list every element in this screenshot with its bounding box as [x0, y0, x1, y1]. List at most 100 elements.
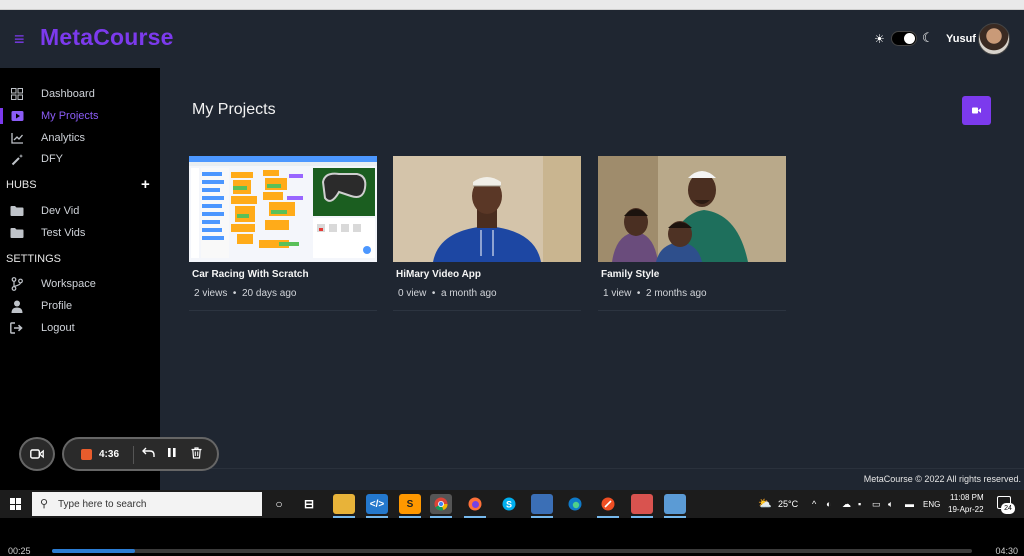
main-content: My Projects Car Racing With Scratch 2 vi…	[160, 68, 1024, 468]
volume-icon[interactable]: 🔈︎	[888, 499, 893, 510]
wand-icon	[10, 152, 24, 166]
sidebar-item-label: Dashboard	[41, 88, 95, 100]
sidebar-item-dfy[interactable]: DFY	[0, 149, 160, 169]
app-icon[interactable]	[631, 494, 653, 514]
user-name[interactable]: Yusuf	[946, 33, 976, 45]
top-bar: ≡ MetaCourse ☀ ☾ Yusuf	[0, 10, 1024, 68]
add-project-button[interactable]	[962, 96, 991, 125]
sidebar-item-my-projects[interactable]: My Projects	[0, 106, 160, 126]
project-thumbnail[interactable]	[598, 156, 786, 262]
skype-icon[interactable]: S	[498, 494, 520, 514]
meta-separator: •	[230, 288, 240, 299]
edge-icon[interactable]	[564, 494, 586, 514]
project-meta: 2 views • 20 days ago	[194, 288, 296, 299]
sidebar-item-profile[interactable]: Profile	[0, 296, 160, 316]
sidebar-item-label: Test Vids	[41, 227, 86, 239]
meet-now-icon[interactable]: ◐	[826, 499, 831, 509]
project-age: 2 months ago	[645, 288, 707, 299]
project-age: a month ago	[440, 288, 497, 299]
project-thumbnail[interactable]	[393, 156, 581, 262]
project-card[interactable]: HiMary Video App 0 view • a month ago	[393, 156, 581, 312]
brand-logo[interactable]: MetaCourse	[40, 24, 174, 51]
battery-icon[interactable]: ▭	[872, 499, 881, 510]
vscode-icon[interactable]: </>	[366, 494, 388, 514]
task-view-icon[interactable]: ⊟	[298, 494, 320, 514]
wifi-icon[interactable]: ▬	[905, 499, 914, 509]
chevron-up-icon[interactable]: ^	[812, 499, 816, 509]
project-title[interactable]: Car Racing With Scratch	[192, 269, 309, 280]
windows-start-icon[interactable]	[10, 498, 22, 510]
weather-icon[interactable]: ⛅	[758, 497, 772, 510]
project-thumbnail[interactable]	[189, 156, 377, 262]
cortana-icon[interactable]: ○	[268, 494, 290, 514]
project-title[interactable]: HiMary Video App	[396, 269, 481, 280]
clock-time[interactable]: 11:08 PM	[950, 493, 984, 502]
hubs-section-title: HUBS	[6, 179, 37, 191]
active-indicator	[0, 108, 3, 124]
sidebar-item-label: Logout	[41, 322, 75, 334]
recorder-app-icon[interactable]	[597, 494, 619, 514]
page-title: My Projects	[192, 101, 276, 118]
project-age: 20 days ago	[241, 288, 297, 299]
card-divider	[393, 310, 581, 311]
branch-icon	[10, 277, 24, 291]
sidebar-item-logout[interactable]: Logout	[0, 318, 160, 338]
recorder-controls: 4:36	[62, 437, 219, 471]
project-meta: 0 view • a month ago	[398, 288, 497, 299]
chart-icon	[10, 131, 24, 145]
weather-temp[interactable]: 25°C	[778, 499, 798, 509]
search-placeholder: Type here to search	[58, 499, 147, 510]
folder-icon	[10, 226, 24, 240]
video-player-bar: 00:25 04:30	[0, 518, 1024, 556]
network-app-icon[interactable]	[531, 494, 553, 514]
project-card[interactable]: Family Style 1 view • 2 months ago	[598, 156, 786, 312]
folder-icon	[10, 204, 24, 218]
notes-icon[interactable]	[664, 494, 686, 514]
divider	[133, 446, 134, 464]
sidebar-item-workspace[interactable]: Workspace	[0, 274, 160, 294]
pause-icon[interactable]	[167, 447, 177, 461]
cloud-icon[interactable]: ☁	[842, 499, 851, 510]
meta-separator: •	[429, 288, 439, 299]
notification-badge: 24	[1001, 503, 1015, 514]
project-title[interactable]: Family Style	[601, 269, 659, 280]
avatar[interactable]	[978, 23, 1010, 55]
chrome-icon[interactable]	[430, 494, 452, 514]
project-views: 2 views	[194, 288, 228, 299]
project-meta: 1 view • 2 months ago	[603, 288, 707, 299]
video-icon	[10, 109, 24, 123]
stop-recording-button[interactable]	[81, 449, 92, 460]
recording-timer: 4:36	[99, 449, 120, 460]
sidebar-item-label: DFY	[41, 153, 63, 165]
clock-date[interactable]: 19-Apr-22	[948, 505, 984, 514]
project-views: 0 view	[398, 288, 427, 299]
total-time: 04:30	[995, 546, 1018, 556]
grid-icon	[10, 87, 24, 101]
logout-icon	[10, 321, 24, 335]
recorder-camera-button[interactable]	[19, 437, 55, 471]
theme-toggle[interactable]	[891, 31, 917, 46]
card-divider	[598, 310, 786, 311]
seek-bar[interactable]	[52, 549, 972, 553]
sidebar-item-analytics[interactable]: Analytics	[0, 128, 160, 148]
sidebar-item-test-vids[interactable]: Test Vids	[0, 223, 160, 243]
sublime-icon[interactable]: S	[399, 494, 421, 514]
add-hub-icon[interactable]: +	[141, 176, 150, 193]
menu-icon[interactable]: ≡	[14, 30, 25, 48]
sidebar-item-label: Analytics	[41, 132, 86, 144]
project-card[interactable]: Car Racing With Scratch 2 views • 20 day…	[189, 156, 377, 312]
footer: MetaCourse © 2022 All rights reserved.	[160, 468, 1024, 490]
taskbar: ⚲ Type here to search ○ ⊟ </> S S ⛅ 25°C…	[0, 490, 1024, 518]
settings-section-title: SETTINGS	[6, 253, 62, 265]
network-icon[interactable]: ▪	[858, 499, 861, 509]
taskbar-search-input[interactable]: ⚲ Type here to search	[32, 492, 262, 516]
file-explorer-icon[interactable]	[333, 494, 355, 514]
language-indicator[interactable]: ENG	[923, 500, 940, 509]
sidebar-item-dashboard[interactable]: Dashboard	[0, 84, 160, 104]
sidebar-item-dev-vid[interactable]: Dev Vid	[0, 201, 160, 221]
trash-icon[interactable]	[191, 447, 202, 462]
firefox-icon[interactable]	[464, 494, 486, 514]
card-divider	[189, 310, 377, 311]
undo-icon[interactable]	[142, 447, 155, 461]
sidebar-item-label: Dev Vid	[41, 205, 80, 217]
